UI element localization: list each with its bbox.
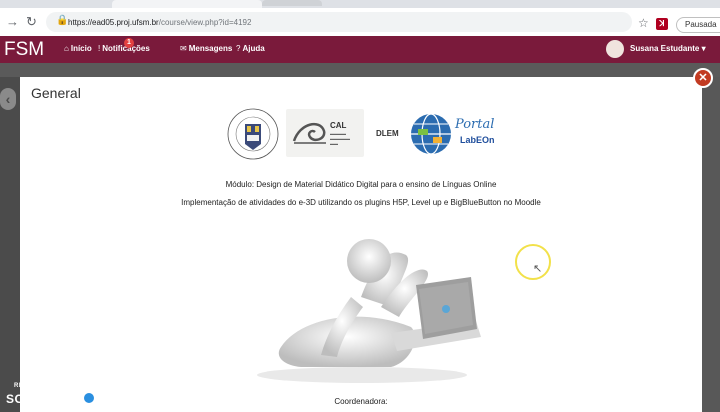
nav-messages-label: Mensagens [188, 44, 233, 53]
url-host: https://ead05.proj.ufsm.br [68, 18, 159, 27]
forward-arrow-icon[interactable]: → [6, 14, 19, 29]
user-menu[interactable]: Susana Estudante ▾ [630, 44, 706, 53]
mail-icon: ✉ [180, 44, 187, 53]
university-seal-logo [227, 108, 279, 160]
top-navbar: FSM ⌂ Início ! Notificações 1 ✉ Mensagens ?… [0, 36, 720, 63]
labeon-logo-text: LabEOn [460, 135, 495, 145]
watermark-left-text: SCREENCAST [6, 392, 94, 406]
browser-tab[interactable] [112, 0, 262, 8]
close-modal-button[interactable]: ✕ [693, 68, 713, 88]
site-brand[interactable]: FSM [4, 39, 44, 61]
person-with-laptop-illustration [257, 239, 481, 383]
modal-title: General [31, 85, 81, 101]
page-breadcrumb-area [0, 63, 720, 77]
section-modal: General CAL ▬▬▬▬ ▬▬▬▬▬ ▬▬ DLEM Portal La… [20, 77, 702, 412]
watermark-right-text: MATIC [98, 392, 136, 406]
labeon-logo: Portal LabEOn [408, 111, 518, 159]
nav-messages[interactable]: ✉ Mensagens [180, 44, 232, 53]
reload-icon[interactable]: ↻ [26, 14, 37, 30]
avatar[interactable] [606, 40, 624, 58]
lock-icon[interactable]: 🔒 [56, 15, 68, 26]
profile-button[interactable]: Pausada [676, 17, 720, 33]
cal-spiral-icon [292, 122, 326, 144]
prev-section-icon[interactable]: ‹ [0, 88, 16, 110]
nav-home[interactable]: ⌂ Início [64, 44, 92, 53]
user-name: Susana Estudante [630, 44, 700, 53]
nav-help-label: Ajuda [242, 44, 265, 53]
module-title: Módulo: Design de Material Didático Digi… [225, 180, 497, 189]
globe-icon [411, 113, 451, 155]
screencast-watermark: RECORDED WITH SCREENCAST MATIC [4, 380, 144, 410]
bookmark-star-icon[interactable]: ☆ [638, 16, 649, 30]
url-text[interactable]: https://ead05.proj.ufsm.br/course/view.p… [68, 18, 251, 27]
profile-label: Pausada [685, 20, 717, 29]
nav-help[interactable]: ? Ajuda [236, 44, 265, 53]
help-icon: ? [236, 44, 241, 53]
watermark-circle-icon [82, 391, 96, 405]
cal-logo-subtext: ▬▬▬▬ ▬▬▬▬▬ ▬▬ [330, 131, 350, 146]
extension-icon[interactable]: ꓘ [656, 18, 668, 30]
notification-badge: 1 [124, 38, 134, 48]
portal-logo-text: Portal [455, 117, 495, 132]
module-description: Implementação de atividades do e-3D util… [181, 198, 541, 207]
browser-tabstrip [0, 0, 720, 8]
home-icon: ⌂ [64, 44, 69, 53]
watermark-top-text: RECORDED WITH [14, 383, 72, 389]
mouse-cursor-icon: ↖ [533, 263, 543, 275]
browser-tab-inactive[interactable] [262, 0, 322, 6]
cal-logo-text: CAL [330, 121, 347, 130]
dlem-label: DLEM [376, 129, 399, 138]
url-path: /course/view.php?id=4192 [158, 18, 252, 27]
nav-home-label: Início [70, 44, 92, 53]
cal-logo: CAL ▬▬▬▬ ▬▬▬▬▬ ▬▬ [286, 109, 364, 157]
alert-icon: ! [98, 44, 101, 53]
page-right-column [702, 77, 720, 412]
browser-toolbar: → ↻ 🔒 https://ead05.proj.ufsm.br/course/… [0, 8, 720, 37]
